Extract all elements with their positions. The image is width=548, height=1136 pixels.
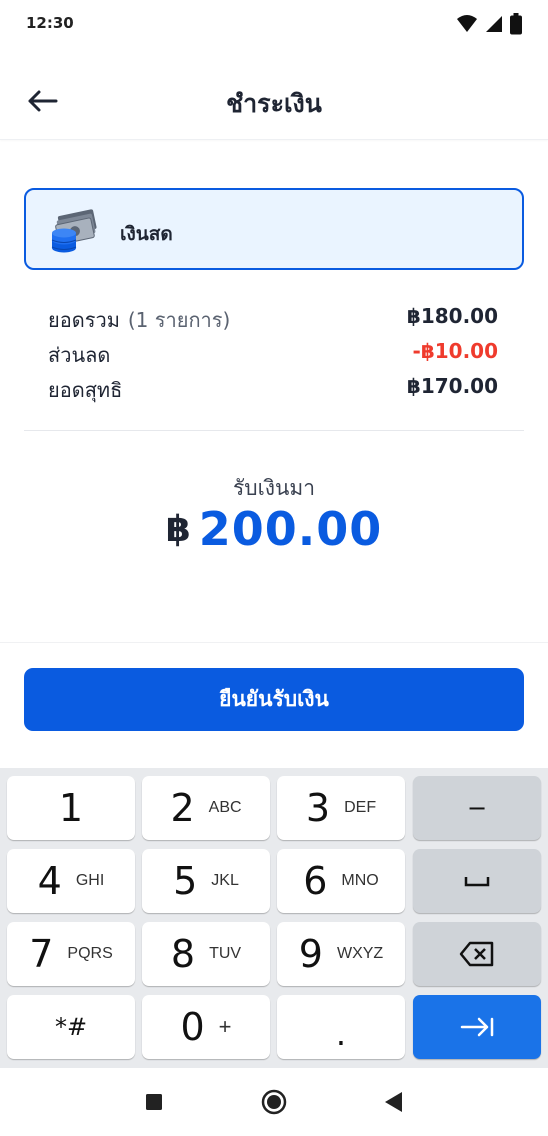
payment-method-cash[interactable]: เงินสด [24, 188, 524, 270]
signal-icon [486, 16, 502, 32]
summary-row-discount: ส่วนลด -฿10.00 [48, 335, 498, 370]
key-star-hash[interactable]: *# [7, 995, 135, 1059]
summary-row-net: ยอดสุทธิ ฿170.00 [48, 370, 498, 405]
key-8[interactable]: 8 TUV [142, 922, 270, 986]
key-backspace[interactable] [413, 922, 541, 986]
key-0[interactable]: 0 + [142, 995, 270, 1059]
recents-square-icon[interactable] [140, 1088, 168, 1116]
key-9[interactable]: 9 WXYZ [277, 922, 405, 986]
received-amount: 200.00 [198, 502, 383, 556]
cash-coins-icon [51, 209, 97, 253]
status-time: 12:30 [26, 14, 74, 32]
key-3[interactable]: 3 DEF [277, 776, 405, 840]
key-space[interactable] [413, 849, 541, 913]
app-header: ชำระเงิน [0, 60, 548, 140]
battery-icon [510, 13, 522, 35]
divider [24, 430, 524, 431]
subtotal-label: ยอดรวม [48, 308, 120, 332]
system-nav-bar [0, 1068, 548, 1136]
key-next[interactable] [413, 995, 541, 1059]
key-6[interactable]: 6 MNO [277, 849, 405, 913]
key-2[interactable]: 2 ABC [142, 776, 270, 840]
received-amount-display[interactable]: ฿ 200.00 [0, 502, 548, 556]
discount-value: -฿10.00 [412, 339, 498, 363]
confirm-payment-button[interactable]: ยืนยันรับเงิน [24, 668, 524, 731]
currency-symbol: ฿ [165, 508, 191, 550]
wifi-icon [457, 15, 477, 32]
net-total-value: ฿170.00 [406, 374, 498, 398]
numeric-keypad: 1 2 ABC 3 DEF − 4 GHI 5 JKL 6 MNO 7 PQRS 8 TUV … [0, 768, 548, 1068]
key-decimal[interactable]: . [277, 995, 405, 1059]
back-triangle-icon[interactable] [380, 1088, 408, 1116]
payment-method-label: เงินสด [120, 223, 173, 245]
key-1[interactable]: 1 [7, 776, 135, 840]
key-5[interactable]: 5 JKL [142, 849, 270, 913]
order-summary: ยอดรวม (1 รายการ) ฿180.00 ส่วนลด -฿10.00 … [48, 300, 498, 405]
discount-label: ส่วนลด [48, 343, 111, 367]
status-icons [456, 13, 522, 35]
received-label: รับเงินมา [232, 476, 316, 500]
subtotal-item-count: (1 รายการ) [127, 308, 231, 332]
space-bar-icon [464, 877, 490, 887]
tab-next-icon [460, 1017, 494, 1037]
home-circle-icon[interactable] [260, 1088, 288, 1116]
key-7[interactable]: 7 PQRS [7, 922, 135, 986]
page-title: ชำระเงิน [226, 89, 322, 118]
backspace-icon [459, 941, 494, 967]
status-bar: 12:30 [0, 0, 548, 48]
subtotal-value: ฿180.00 [406, 304, 498, 328]
summary-row-subtotal: ยอดรวม (1 รายการ) ฿180.00 [48, 300, 498, 335]
key-minus[interactable]: − [413, 776, 541, 840]
net-total-label: ยอดสุทธิ [48, 378, 123, 402]
key-4[interactable]: 4 GHI [7, 849, 135, 913]
